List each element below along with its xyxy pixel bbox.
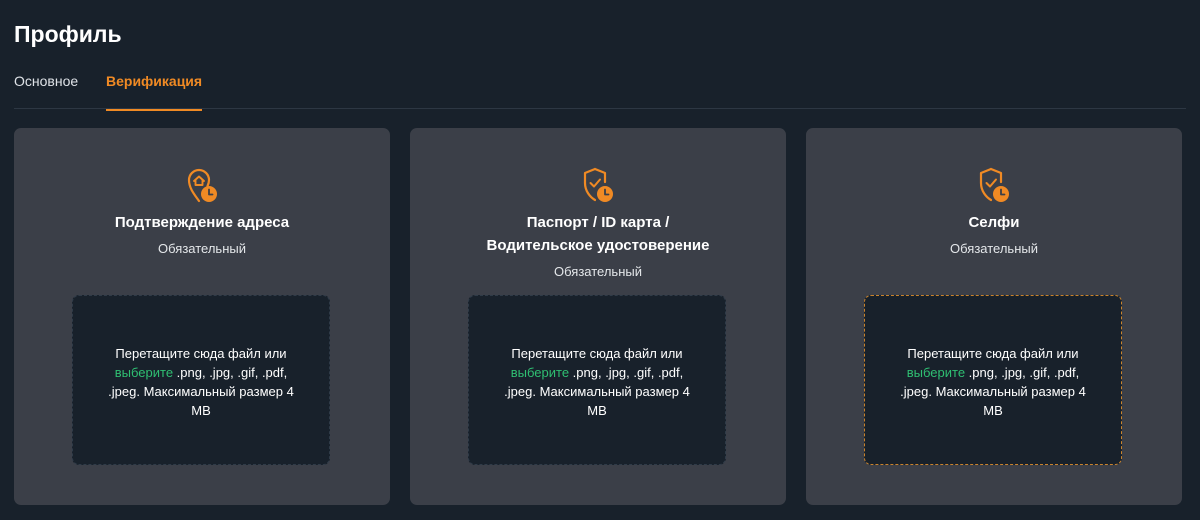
card-subtitle: Обязательный — [950, 241, 1038, 256]
tab-bar: Основное Верификация — [14, 62, 1186, 111]
shield-check-clock-icon — [979, 167, 1009, 202]
location-clock-icon — [187, 168, 217, 203]
card-passport-id: Паспорт / ID карта / Водительское удосто… — [410, 128, 786, 505]
card-title: Селфи — [968, 214, 1020, 231]
choose-file-link[interactable]: выберите — [907, 365, 965, 380]
tab-verification[interactable]: Верификация — [106, 72, 203, 111]
card-title: Подтверждение адреса — [114, 214, 290, 231]
choose-file-link[interactable]: выберите — [511, 365, 569, 380]
dropzone-instruction: Перетащите сюда файл или — [511, 346, 683, 361]
dropzone-instruction: Перетащите сюда файл или — [115, 346, 287, 361]
card-title-line-1: Паспорт / ID карта / — [526, 214, 670, 231]
dropzone-text: Перетащите сюда файл или выберите .png, … — [497, 344, 697, 420]
file-dropzone[interactable]: Перетащите сюда файл или выберите .png, … — [72, 295, 330, 465]
page-title: Профиль — [14, 21, 122, 47]
dropzone-text: Перетащите сюда файл или выберите .png, … — [893, 344, 1093, 420]
tab-main[interactable]: Основное — [14, 72, 78, 90]
dropzone-instruction: Перетащите сюда файл или — [907, 346, 1079, 361]
card-selfie: Селфи Обязательный Перетащите сюда файл … — [806, 128, 1182, 505]
card-subtitle: Обязательный — [158, 241, 246, 256]
card-title-line-2: Водительское удостоверение — [486, 237, 710, 254]
shield-check-clock-icon — [583, 167, 613, 202]
dropzone-text: Перетащите сюда файл или выберите .png, … — [101, 344, 301, 420]
file-dropzone[interactable]: Перетащите сюда файл или выберите .png, … — [468, 295, 726, 465]
file-dropzone[interactable]: Перетащите сюда файл или выберите .png, … — [864, 295, 1122, 465]
choose-file-link[interactable]: выберите — [115, 365, 173, 380]
card-subtitle: Обязательный — [554, 264, 642, 279]
card-address-confirmation: Подтверждение адреса Обязательный Перета… — [14, 128, 390, 505]
